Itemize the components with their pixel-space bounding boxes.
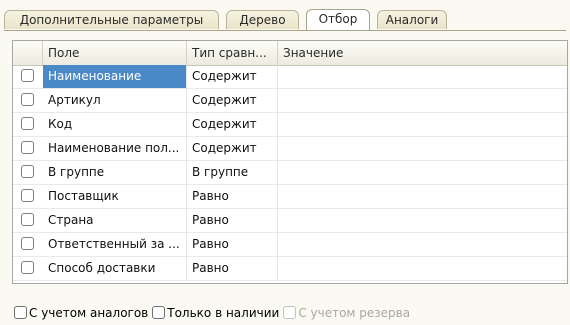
with-analogs-checkbox[interactable]: С учетом аналогов [14,306,148,320]
row-use-checkbox[interactable] [21,261,34,274]
row-use-checkbox[interactable] [21,189,34,202]
cell-value[interactable] [278,89,567,112]
cell-comparison[interactable]: Содержит [187,89,278,112]
cell-value[interactable] [278,185,567,208]
row-use-checkbox[interactable] [21,69,34,82]
column-header-field[interactable]: Поле [43,41,187,65]
table-row[interactable]: Ответственный за ... Равно [13,233,567,257]
row-use-checkbox[interactable] [21,213,34,226]
row-use-checkbox[interactable] [21,141,34,154]
cell-comparison[interactable]: Содержит [187,65,278,88]
cell-field[interactable]: Наименование [43,65,187,88]
cell-comparison[interactable]: Равно [187,185,278,208]
table-row[interactable]: Наименование Содержит [13,65,567,89]
cell-field[interactable]: Способ доставки [43,257,187,280]
table-row[interactable]: Код Содержит [13,113,567,137]
tab-filter[interactable]: Отбор [306,9,370,30]
row-use-checkbox[interactable] [21,93,34,106]
cell-field[interactable]: Наименование пол... [43,137,187,160]
table-row[interactable]: Способ доставки Равно [13,257,567,281]
row-use-checkbox[interactable] [21,237,34,250]
row-use-checkbox[interactable] [21,165,34,178]
in-stock-only-checkbox[interactable]: Только в наличии [152,306,279,320]
column-header-value[interactable]: Значение [278,41,567,65]
tab-divider [4,30,566,31]
tab-additional-parameters[interactable]: Дополнительные параметры [4,10,219,29]
table-row[interactable]: Наименование пол... Содержит [13,137,567,161]
cell-comparison[interactable]: Равно [187,209,278,232]
table-row[interactable]: Поставщик Равно [13,185,567,209]
cell-value[interactable] [278,161,567,184]
cell-value[interactable] [278,65,567,88]
table-header: Поле Тип сравн... Значение [13,41,567,66]
cell-field[interactable]: Артикул [43,89,187,112]
option-label: Только в наличии [167,306,280,320]
cell-field[interactable]: Ответственный за ... [43,233,187,256]
options-bar: С учетом аналогов Только в наличии С учето… [14,306,414,322]
option-label: С учетом аналогов [29,306,149,320]
checkbox-box[interactable] [14,306,27,319]
cell-value[interactable] [278,257,567,280]
cell-field[interactable]: В группе [43,161,187,184]
cell-comparison[interactable]: Содержит [187,137,278,160]
header-check-column [13,41,43,65]
column-header-comparison[interactable]: Тип сравн... [187,41,278,65]
cell-field[interactable]: Поставщик [43,185,187,208]
table-row[interactable]: В группе В группе [13,161,567,185]
cell-field[interactable]: Код [43,113,187,136]
cell-value[interactable] [278,137,567,160]
tab-analogs[interactable]: Аналоги [377,10,447,29]
cell-comparison[interactable]: Равно [187,257,278,280]
filter-table[interactable]: Поле Тип сравн... Значение Наименование С… [12,40,568,284]
cell-value[interactable] [278,113,567,136]
table-row[interactable]: Страна Равно [13,209,567,233]
cell-value[interactable] [278,209,567,232]
cell-comparison[interactable]: Равно [187,233,278,256]
table-row[interactable]: Артикул Содержит [13,89,567,113]
option-label: С учетом резерва [298,306,411,320]
with-reserve-checkbox: С учетом резерва [283,306,410,320]
tab-bar: Дополнительные параметры Дерево Отбор Ан… [4,9,566,30]
cell-field[interactable]: Страна [43,209,187,232]
cell-value[interactable] [278,233,567,256]
checkbox-box [283,306,297,319]
tab-tree[interactable]: Дерево [226,10,299,29]
cell-comparison[interactable]: В группе [187,161,278,184]
checkbox-box[interactable] [152,306,166,319]
cell-comparison[interactable]: Содержит [187,113,278,136]
row-use-checkbox[interactable] [21,117,34,130]
